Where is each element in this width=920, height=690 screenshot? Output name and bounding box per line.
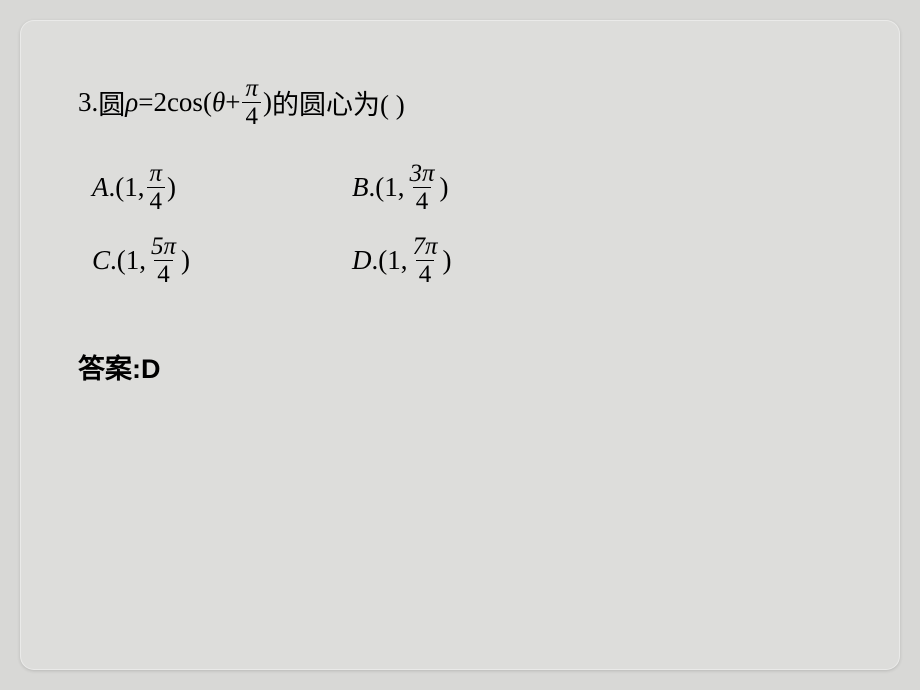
option-b-suffix: ) — [440, 172, 449, 203]
option-c-num: 5π — [148, 234, 179, 260]
option-a: A .(1, π 4 ) — [92, 161, 352, 214]
slide-card: 3. 圆 ρ = 2cos( θ + π 4 ) 的圆心为( ) A .(1, … — [20, 20, 900, 670]
option-d-label: D — [352, 245, 372, 276]
fraction-pi-4: π 4 — [242, 76, 261, 129]
answer-value: D — [141, 354, 161, 384]
option-d-den: 4 — [416, 260, 435, 287]
option-b-frac: 3π 4 — [407, 161, 438, 214]
frac-numerator: π — [242, 76, 261, 102]
option-d-num: 7π — [410, 234, 441, 260]
plus-sign: + — [225, 87, 240, 118]
question-number: 3. — [78, 87, 98, 118]
option-a-label: A — [92, 172, 109, 203]
option-a-prefix: .(1, — [109, 172, 145, 203]
option-a-den: 4 — [147, 187, 166, 214]
option-d-frac: 7π 4 — [410, 234, 441, 287]
option-c-label: C — [92, 245, 110, 276]
coeff-text: 2cos( — [153, 87, 211, 118]
option-b-prefix: .(1, — [369, 172, 405, 203]
option-d-prefix: .(1, — [372, 245, 408, 276]
option-c-den: 4 — [154, 260, 173, 287]
question-suffix-cjk: 的圆心为( ) — [272, 83, 405, 122]
options-block: A .(1, π 4 ) B .(1, 3π 4 ) C . — [92, 161, 856, 287]
option-c-suffix: ) — [181, 245, 190, 276]
option-c: C .(1, 5π 4 ) — [92, 234, 352, 287]
theta-symbol: θ — [212, 87, 225, 118]
equals-sign: = — [138, 87, 153, 118]
rho-symbol: ρ — [125, 87, 138, 118]
options-row-1: A .(1, π 4 ) B .(1, 3π 4 ) — [92, 161, 856, 214]
question-line: 3. 圆 ρ = 2cos( θ + π 4 ) 的圆心为( ) — [78, 76, 856, 129]
option-c-frac: 5π 4 — [148, 234, 179, 287]
question-prefix-cjk: 圆 — [98, 83, 125, 122]
option-a-num: π — [147, 161, 166, 187]
options-row-2: C .(1, 5π 4 ) D .(1, 7π 4 ) — [92, 234, 856, 287]
option-d: D .(1, 7π 4 ) — [352, 234, 612, 287]
option-a-suffix: ) — [167, 172, 176, 203]
close-paren: ) — [263, 87, 272, 118]
option-a-frac: π 4 — [147, 161, 166, 214]
answer-label: 答案: — [78, 354, 141, 384]
frac-denominator: 4 — [242, 102, 261, 129]
option-c-prefix: .(1, — [110, 245, 146, 276]
option-b: B .(1, 3π 4 ) — [352, 161, 612, 214]
answer-line: 答案:D — [78, 347, 856, 386]
option-b-den: 4 — [413, 187, 432, 214]
option-b-num: 3π — [407, 161, 438, 187]
option-b-label: B — [352, 172, 369, 203]
option-d-suffix: ) — [443, 245, 452, 276]
